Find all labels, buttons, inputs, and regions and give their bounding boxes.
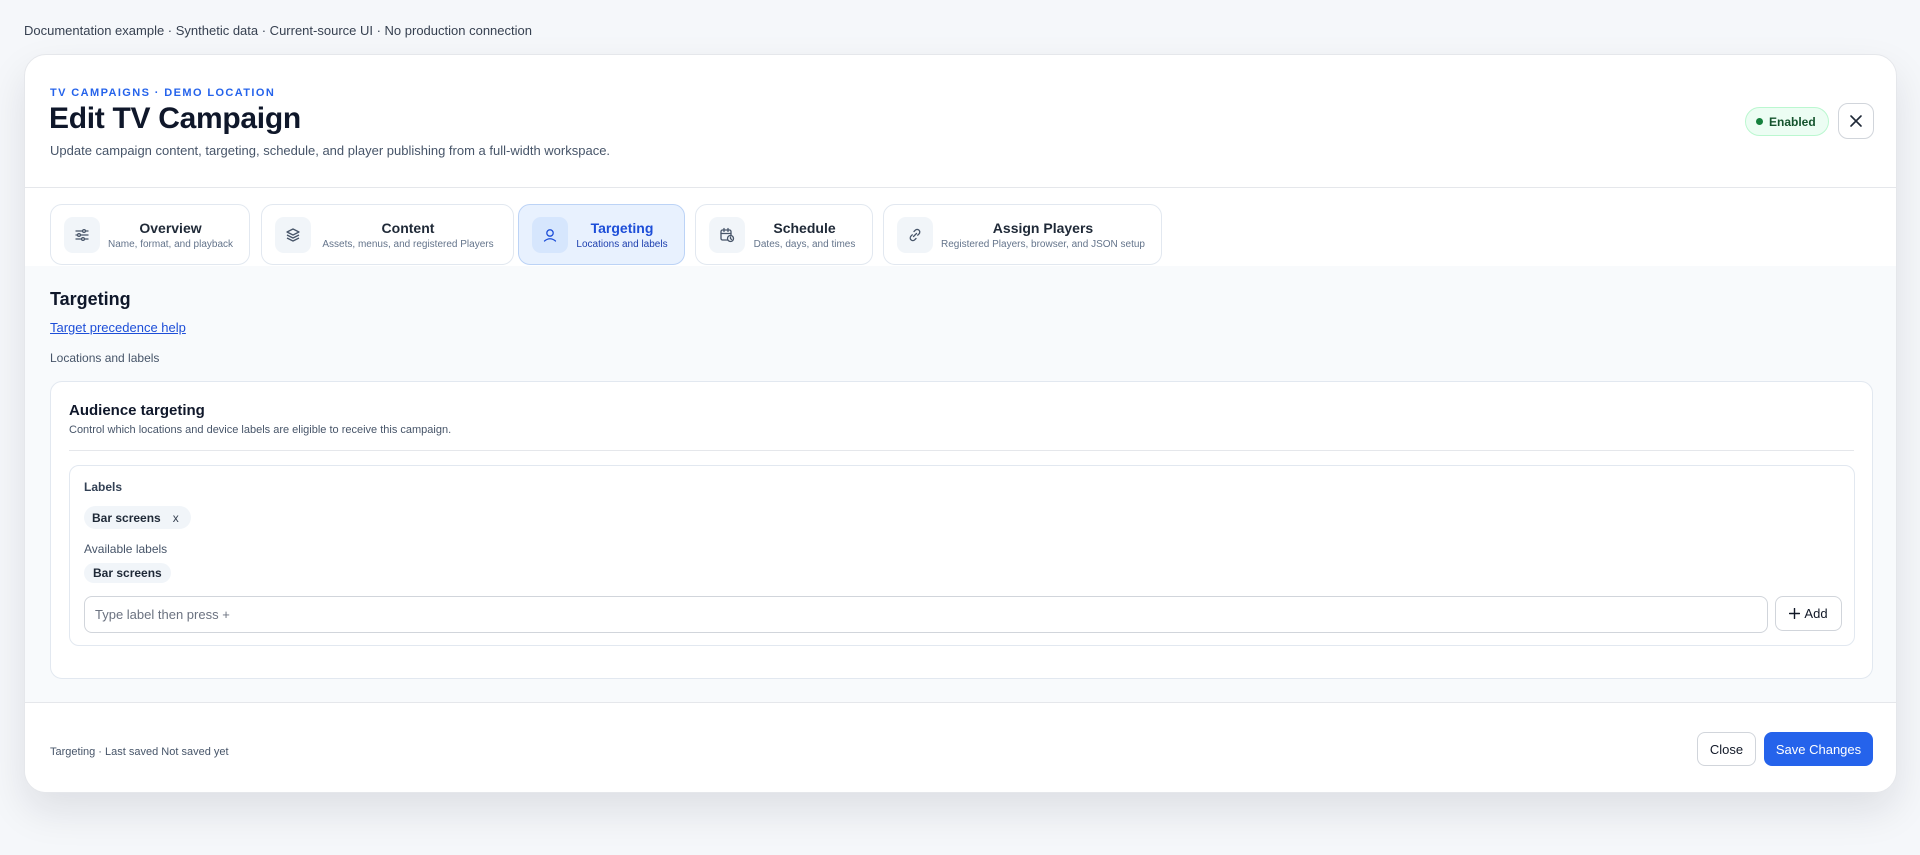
- demo-banner: Documentation example · Synthetic data ·…: [24, 23, 532, 38]
- card-title: Audience targeting: [69, 402, 205, 419]
- status-dot-icon: [1756, 118, 1763, 125]
- edit-campaign-dialog: TV CAMPAIGNS · DEMO LOCATION Edit TV Cam…: [24, 54, 1897, 793]
- tab-description: Registered Players, browser, and JSON se…: [941, 239, 1145, 250]
- sliders-icon: [64, 217, 100, 253]
- tab-overview[interactable]: Overview Name, format, and playback: [50, 204, 250, 265]
- labels-heading: Labels: [84, 480, 123, 494]
- map-pin-user-icon: [532, 217, 568, 253]
- target-precedence-help-link[interactable]: Target precedence help: [50, 320, 186, 335]
- tab-label: Overview: [139, 220, 202, 236]
- calendar-clock-icon: [709, 217, 745, 253]
- labels-panel: Labels Bar screens x Available labels Ba…: [69, 465, 1855, 646]
- section-caption: Locations and labels: [50, 351, 160, 365]
- save-status: Targeting · Last saved Not saved yet: [50, 746, 229, 758]
- dialog-footer: Targeting · Last saved Not saved yet Clo…: [25, 703, 1896, 792]
- link-icon: [897, 217, 933, 253]
- tab-assign-players[interactable]: Assign Players Registered Players, brows…: [883, 204, 1162, 265]
- tab-label: Content: [381, 220, 435, 236]
- available-label-chip[interactable]: Bar screens: [84, 563, 171, 583]
- page-title: Edit TV Campaign: [49, 102, 301, 135]
- available-labels-heading: Available labels: [84, 542, 168, 556]
- page-subtitle: Update campaign content, targeting, sche…: [50, 143, 611, 158]
- targeting-panel: Targeting Target precedence help Locatio…: [25, 266, 1896, 703]
- dialog-header: TV CAMPAIGNS · DEMO LOCATION Edit TV Cam…: [25, 55, 1896, 188]
- plus-icon: [1789, 608, 1801, 619]
- tab-label: Schedule: [773, 220, 836, 236]
- tab-content[interactable]: Content Assets, menus, and registered Pl…: [261, 204, 514, 265]
- remove-label-button[interactable]: x: [171, 511, 181, 525]
- tab-label: Targeting: [590, 220, 654, 236]
- tab-label: Assign Players: [992, 220, 1094, 236]
- tab-targeting[interactable]: Targeting Locations and labels: [518, 204, 685, 265]
- status-badge-label: Enabled: [1769, 114, 1816, 129]
- tab-description: Assets, menus, and registered Players: [322, 239, 494, 250]
- close-button[interactable]: Close: [1697, 732, 1756, 766]
- section-title: Targeting: [50, 289, 131, 309]
- audience-targeting-card: Audience targeting Control which locatio…: [50, 381, 1873, 679]
- label-input[interactable]: [84, 596, 1768, 633]
- add-label-button[interactable]: Add: [1775, 596, 1842, 631]
- layers-icon: [275, 217, 311, 253]
- status-badge: Enabled: [1745, 107, 1829, 136]
- selected-label-chip: Bar screens x: [84, 506, 191, 529]
- tab-description: Dates, days, and times: [753, 239, 856, 250]
- breadcrumb-eyebrow: TV CAMPAIGNS · DEMO LOCATION: [50, 87, 276, 99]
- tab-description: Locations and labels: [576, 239, 668, 250]
- close-icon: [1850, 115, 1862, 127]
- chip-label: Bar screens: [92, 510, 161, 525]
- save-changes-button[interactable]: Save Changes: [1764, 732, 1873, 766]
- divider: [69, 450, 1854, 451]
- card-description: Control which locations and device label…: [69, 424, 452, 436]
- tab-schedule[interactable]: Schedule Dates, days, and times: [695, 204, 873, 265]
- add-button-label: Add: [1804, 606, 1828, 621]
- tab-description: Name, format, and playback: [107, 239, 234, 250]
- close-dialog-button[interactable]: [1838, 103, 1874, 139]
- tab-bar: Overview Name, format, and playback Cont…: [25, 188, 1896, 266]
